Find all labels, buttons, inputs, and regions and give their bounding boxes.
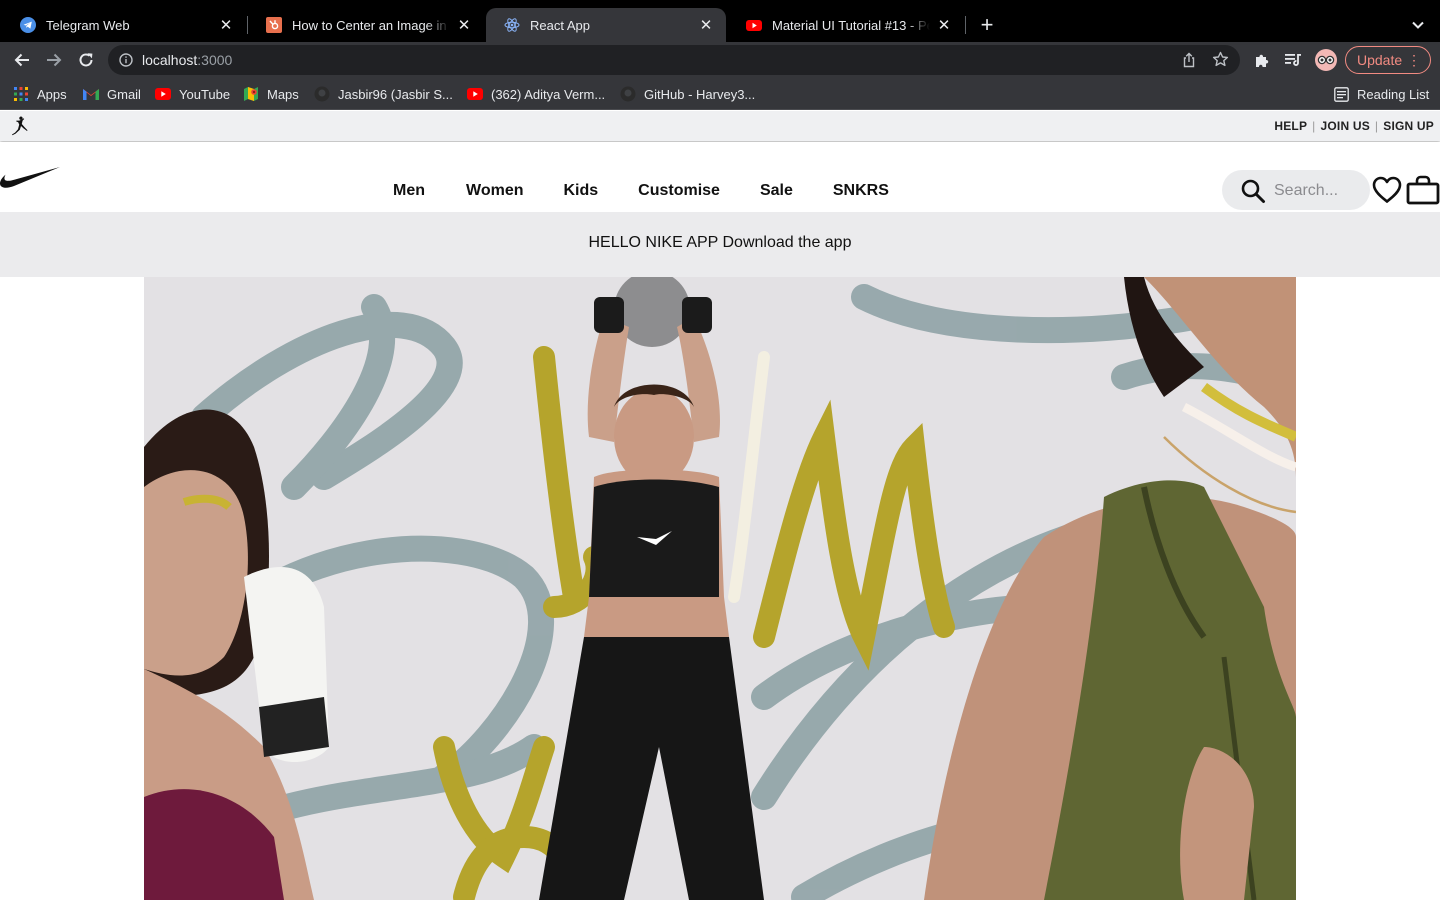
utility-bar: HELP | JOIN US | SIGN UP [0, 111, 1440, 141]
nav-customise[interactable]: Customise [638, 182, 720, 200]
profile-avatar-icon[interactable] [1315, 49, 1337, 71]
youtube-icon [746, 17, 762, 33]
share-icon[interactable] [1181, 52, 1197, 73]
nav-men[interactable]: Men [393, 182, 425, 200]
youtube-icon [155, 86, 171, 102]
jordan-jumpman-logo-icon[interactable] [10, 115, 30, 137]
nav-sale[interactable]: Sale [760, 182, 793, 200]
url-port: :3000 [197, 52, 233, 68]
sign-up-link[interactable]: SIGN UP [1383, 119, 1434, 133]
close-tab-icon[interactable]: ✕ [456, 17, 472, 33]
favorites-heart-icon[interactable] [1372, 176, 1402, 204]
bookmark-maps[interactable]: Maps [243, 85, 299, 103]
close-tab-icon[interactable]: ✕ [698, 17, 714, 33]
react-icon [504, 17, 520, 33]
divider: | [1374, 119, 1379, 133]
tab-telegram-web[interactable]: Telegram Web ✕ [2, 8, 246, 42]
media-control-icon[interactable] [1283, 50, 1303, 70]
main-navigation: Men Women Kids Customise Sale SNKRS Sear… [0, 142, 1440, 212]
web-page: HELP | JOIN US | SIGN UP Men Women Kids … [0, 111, 1440, 900]
hero-illustration [144, 277, 1296, 900]
nike-swoosh-logo-icon[interactable] [0, 166, 60, 190]
bookmark-label: (362) Aditya Verm... [491, 86, 606, 102]
shopping-bag-icon[interactable] [1406, 175, 1440, 205]
search-placeholder: Search... [1274, 182, 1339, 199]
utility-links: HELP | JOIN US | SIGN UP [1274, 111, 1434, 141]
promo-message: HELLO NIKE APP Download the app [588, 234, 852, 251]
bookmark-aditya[interactable]: (362) Aditya Verm... [467, 85, 605, 103]
reading-list-label: Reading List [1357, 86, 1430, 102]
close-tab-icon[interactable]: ✕ [936, 17, 952, 33]
maps-icon [243, 86, 259, 102]
bookmark-apps[interactable]: Apps [13, 85, 67, 103]
telegram-icon [20, 17, 36, 33]
reload-icon[interactable] [74, 48, 98, 72]
apps-grid-icon [13, 86, 29, 102]
forward-arrow-icon[interactable] [42, 48, 66, 72]
tab-material-ui[interactable]: Material UI Tutorial #13 - Permanent ✕ [728, 8, 964, 42]
url-text: localhost:3000 [142, 52, 232, 68]
github-icon [314, 86, 330, 102]
help-link[interactable]: HELP [1274, 119, 1307, 133]
nav-snkrs[interactable]: SNKRS [833, 182, 889, 200]
bookmark-label: Jasbir96 (Jasbir S... [338, 86, 453, 102]
github-icon [620, 86, 636, 102]
tab-title: React App [530, 17, 590, 33]
reading-list-button[interactable]: Reading List [1333, 85, 1429, 103]
divider: | [1312, 119, 1316, 133]
join-us-link[interactable]: JOIN US [1321, 119, 1370, 133]
bookmark-youtube[interactable]: YouTube [155, 85, 230, 103]
hubspot-icon [266, 17, 282, 33]
promo-banner[interactable]: HELLO NIKE APP Download the app [0, 212, 1440, 277]
update-button[interactable]: Update ⋮ [1345, 46, 1431, 74]
url-host: localhost [142, 52, 198, 68]
new-tab-plus-icon[interactable]: + [975, 13, 999, 37]
bookmark-jasbir[interactable]: Jasbir96 (Jasbir S... [314, 85, 453, 103]
bookmark-label: Gmail [107, 86, 141, 102]
update-label: Update [1357, 52, 1403, 68]
back-arrow-icon[interactable] [10, 48, 34, 72]
hero-image [144, 277, 1296, 900]
bookmark-label: Maps [267, 86, 299, 102]
youtube-icon [467, 86, 483, 102]
tab-title: How to Center an Image in HTML [292, 17, 450, 33]
browser-tab-strip: Telegram Web ✕ How to Center an Image in… [0, 0, 1440, 42]
primary-nav-links: Men Women Kids Customise Sale SNKRS [393, 182, 889, 200]
bookmarks-bar: Apps Gmail YouTube Maps Jasbir96 (Jasbir… [0, 78, 1440, 110]
bookmark-gmail[interactable]: Gmail [83, 85, 141, 103]
extensions-puzzle-icon[interactable] [1252, 50, 1272, 70]
tab-search-chevron-icon[interactable] [1406, 13, 1430, 37]
search-icon[interactable] [1240, 178, 1266, 204]
site-info-icon[interactable] [119, 53, 133, 67]
nav-women[interactable]: Women [466, 182, 523, 200]
bookmark-github-harvey[interactable]: GitHub - Harvey3... [620, 85, 755, 103]
search-input[interactable]: Search... [1222, 170, 1370, 210]
tab-separator [965, 16, 966, 34]
close-tab-icon[interactable]: ✕ [218, 17, 234, 33]
browser-toolbar: localhost:3000 Update ⋮ [0, 42, 1440, 78]
menu-dots-icon[interactable]: ⋮ [1407, 47, 1421, 73]
tab-react-app[interactable]: React App ✕ [486, 8, 726, 42]
bookmark-label: Apps [37, 86, 67, 102]
address-bar[interactable]: localhost:3000 [108, 45, 1240, 75]
bookmark-star-icon[interactable] [1212, 51, 1229, 73]
reading-list-icon [1333, 86, 1349, 102]
bookmark-label: GitHub - Harvey3... [644, 86, 756, 102]
tab-title: Material UI Tutorial #13 - Permanent [772, 17, 930, 33]
gmail-icon [83, 86, 99, 102]
nav-kids[interactable]: Kids [563, 182, 598, 200]
tab-center-image[interactable]: How to Center an Image in HTML ✕ [248, 8, 484, 42]
tab-title: Telegram Web [46, 17, 130, 33]
bookmark-label: YouTube [179, 86, 231, 102]
